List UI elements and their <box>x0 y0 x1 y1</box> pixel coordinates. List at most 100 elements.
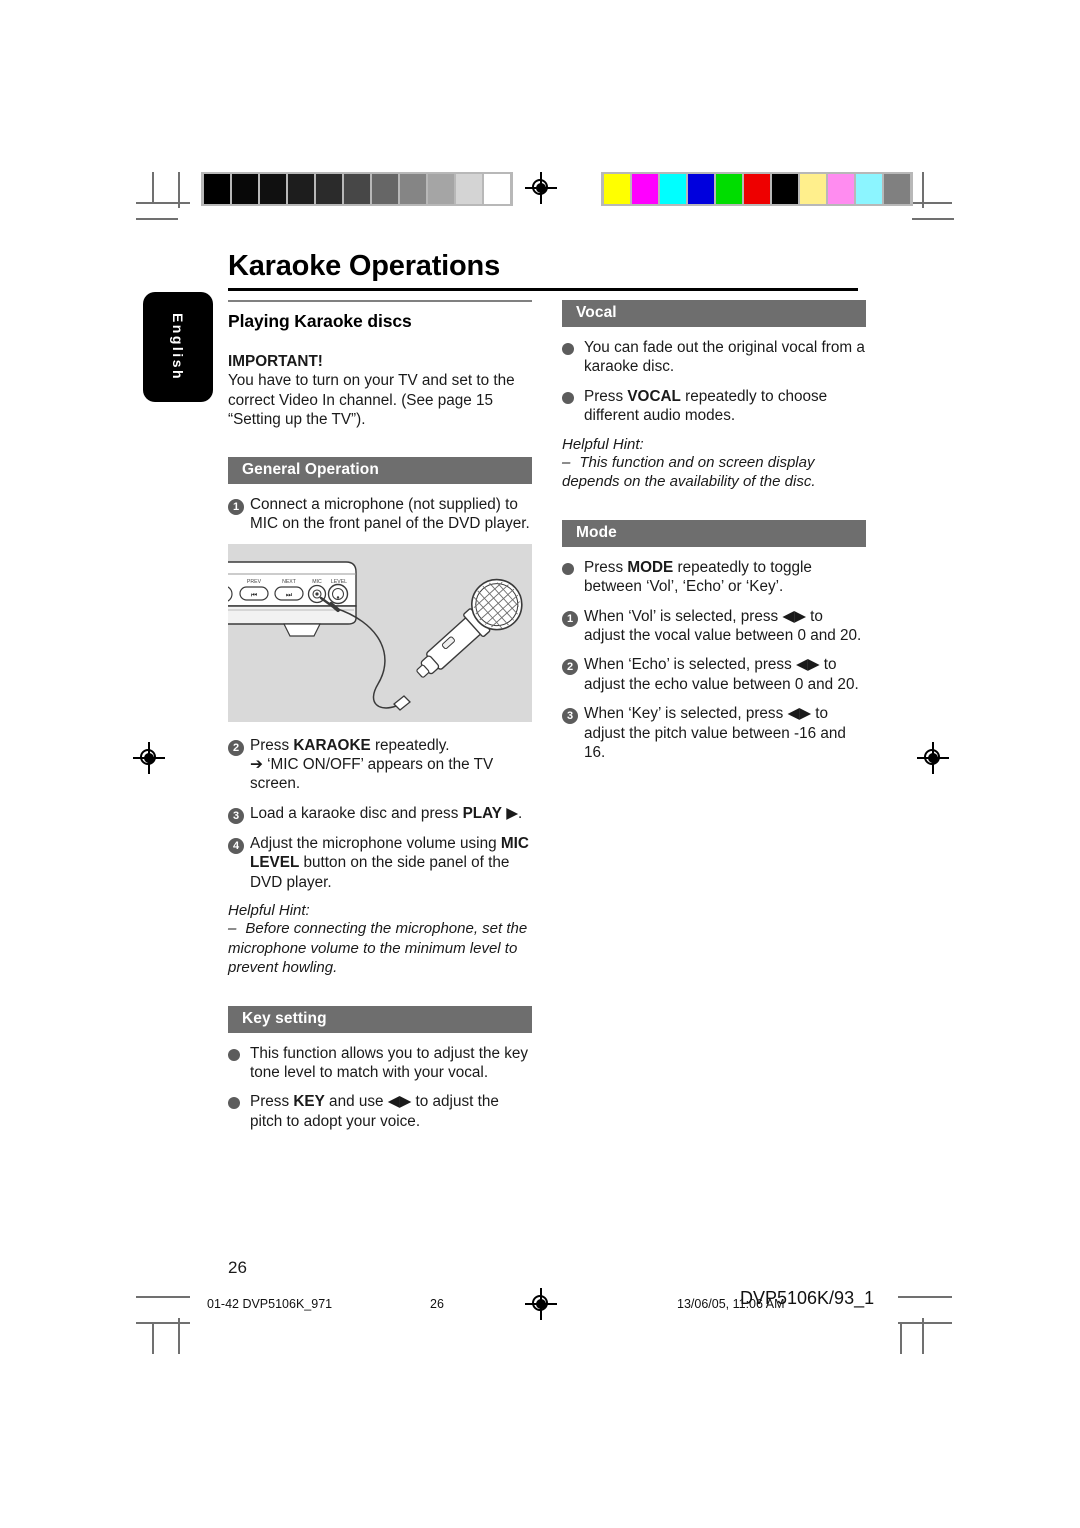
hint-text-body: Before connecting the microphone, set th… <box>228 920 528 977</box>
language-tab: English <box>143 292 213 402</box>
list-item: You can fade out the original vocal from… <box>562 338 866 377</box>
registration-mark-bottom <box>525 1288 557 1320</box>
step-number-badge: 2 <box>228 739 244 756</box>
microphone-connection-diagram: PREV ⏮ NEXT ⏭ MIC LEVEL <box>215 543 532 722</box>
grayscale-swatch <box>316 174 342 204</box>
grayscale-swatch <box>400 174 426 204</box>
registration-mark-left <box>133 742 165 774</box>
crop-mark-bottom-right-h <box>898 1322 952 1324</box>
step-number-badge: 2 <box>562 659 578 676</box>
list-item-text: Press KEY and use ◀▶ to adjust the pitch… <box>250 1092 532 1131</box>
grayscale-swatch <box>428 174 454 204</box>
grayscale-swatch <box>344 174 370 204</box>
language-tab-label: English <box>170 312 186 382</box>
list-item: 2 When ‘Echo’ is selected, press ◀▶ to ad… <box>562 655 866 694</box>
crop-mark-top-left-h <box>136 202 190 204</box>
page-title: Karaoke Operations <box>228 250 500 282</box>
step-list-part-1: 1 Connect a microphone (not supplied) to … <box>228 495 532 534</box>
registration-mark-right <box>917 742 949 774</box>
emphasis-text: PLAY <box>462 804 502 822</box>
list-item: 3 Load a karaoke disc and press PLAY ▶. <box>228 804 532 824</box>
color-swatch <box>688 174 714 204</box>
list-item-text: When ‘Echo’ is selected, press ◀▶ to adj… <box>584 655 866 694</box>
step-number-badge: 3 <box>228 807 244 824</box>
list-item: 1 Connect a microphone (not supplied) to … <box>228 495 532 534</box>
emphasis-text: KARAOKE <box>293 736 371 754</box>
registration-mark-top <box>525 172 557 204</box>
important-text: You have to turn on your TV and set to t… <box>228 372 515 429</box>
crop-mark-top-right-v2 <box>922 172 924 208</box>
title-divider <box>228 288 858 291</box>
step-number-badge: 4 <box>228 837 244 854</box>
footer-rule-right <box>898 1296 952 1298</box>
body-text: Adjust the microphone volume using <box>250 834 501 852</box>
important-label: IMPORTANT! <box>228 353 323 370</box>
body-text: Connect a microphone (not supplied) to M… <box>250 495 530 533</box>
body-text: Press <box>250 1093 294 1111</box>
step-marker: 2 <box>228 736 250 756</box>
crop-mark-top-left-h2 <box>136 218 178 220</box>
emphasis-text: KEY <box>293 1093 325 1111</box>
body-text: repeatedly. <box>370 736 450 754</box>
vocal-hint-dash: – <box>562 453 571 471</box>
grayscale-swatch <box>484 174 510 204</box>
grayscale-swatch <box>372 174 398 204</box>
list-item-text: Load a karaoke disc and press PLAY ▶. <box>250 804 532 823</box>
color-swatch <box>828 174 854 204</box>
list-item: Press KEY and use ◀▶ to adjust the pitch… <box>228 1092 532 1131</box>
list-item: 4 Adjust the microphone volume using MIC … <box>228 834 532 892</box>
crop-mark-bottom-left-h <box>136 1322 190 1324</box>
list-item-text: Connect a microphone (not supplied) to M… <box>250 495 532 534</box>
list-item: Press MODE repeatedly to toggle between … <box>562 558 866 597</box>
body-text: When ‘Echo’ is selected, press ◀▶ to adj… <box>584 656 859 693</box>
color-swatch <box>716 174 742 204</box>
bullet-marker <box>562 387 584 409</box>
crop-mark-top-right-h2 <box>912 218 954 220</box>
body-text: When ‘Vol’ is selected, press ◀▶ to adju… <box>584 607 862 644</box>
bullet-dot <box>562 343 574 355</box>
mode-bullet-list: Press MODE repeatedly to toggle between … <box>562 558 866 597</box>
step-marker: 3 <box>562 704 584 725</box>
svg-text:⏭: ⏭ <box>286 592 293 599</box>
step-marker: 1 <box>562 607 584 627</box>
footer-page-number: 26 <box>430 1297 444 1311</box>
microphone-illustration-svg: PREV ⏮ NEXT ⏭ MIC LEVEL <box>215 560 523 711</box>
step-list-part-2: 2 Press KARAOKE repeatedly. ➔ ‘MIC ON/OFF’… <box>228 736 532 893</box>
band-mode: Mode <box>562 519 866 547</box>
step-number-badge: 1 <box>562 610 578 627</box>
color-swatch <box>660 174 686 204</box>
vocal-hint-text: – This function and on screen display dep… <box>562 453 866 492</box>
color-swatch <box>604 174 630 204</box>
important-block: IMPORTANT! You have to turn on your TV a… <box>228 352 532 430</box>
helpful-hint-title: Helpful Hint: <box>228 902 310 920</box>
grayscale-swatch <box>232 174 258 204</box>
crop-mark-bottom-left-v <box>152 1322 154 1354</box>
list-item: 3 When ‘Key’ is selected, press ◀▶ to adj… <box>562 704 866 762</box>
grayscale-swatch <box>288 174 314 204</box>
crop-mark-bottom-left-v2 <box>178 1318 180 1354</box>
list-item: 2 Press KARAOKE repeatedly. ➔ ‘MIC ON/OFF’… <box>228 736 532 794</box>
color-swatch <box>632 174 658 204</box>
grayscale-swatch <box>260 174 286 204</box>
list-item: This function allows you to adjust the k… <box>228 1044 532 1083</box>
list-item-text: Press KARAOKE repeatedly. ➔ ‘MIC ON/OFF’ … <box>250 736 532 794</box>
bullet-marker <box>562 558 584 580</box>
step-number-badge: 1 <box>228 498 244 515</box>
body-text: ➔ ‘MIC ON/OFF’ appears on the TV screen. <box>250 755 494 793</box>
band-general-operation: General Operation <box>228 456 532 484</box>
color-swatch <box>800 174 826 204</box>
step-marker: 3 <box>228 804 250 824</box>
grayscale-swatch <box>204 174 230 204</box>
body-text: ▶. <box>502 804 523 822</box>
page-number: 26 <box>228 1258 247 1277</box>
bullet-marker <box>228 1092 250 1114</box>
svg-text:MIC: MIC <box>312 579 322 585</box>
body-text: Press <box>584 387 628 405</box>
footer-file-name: 01-42 DVP5106K_971 <box>207 1297 333 1311</box>
step-marker: 2 <box>562 655 584 676</box>
list-item-text: Adjust the microphone volume using MIC L… <box>250 834 532 892</box>
bullet-dot <box>228 1048 240 1061</box>
body-text: You can fade out the original vocal from… <box>584 339 865 376</box>
step-marker: 1 <box>228 495 250 515</box>
left-column: Playing Karaoke discs IMPORTANT! You hav… <box>215 300 532 1141</box>
